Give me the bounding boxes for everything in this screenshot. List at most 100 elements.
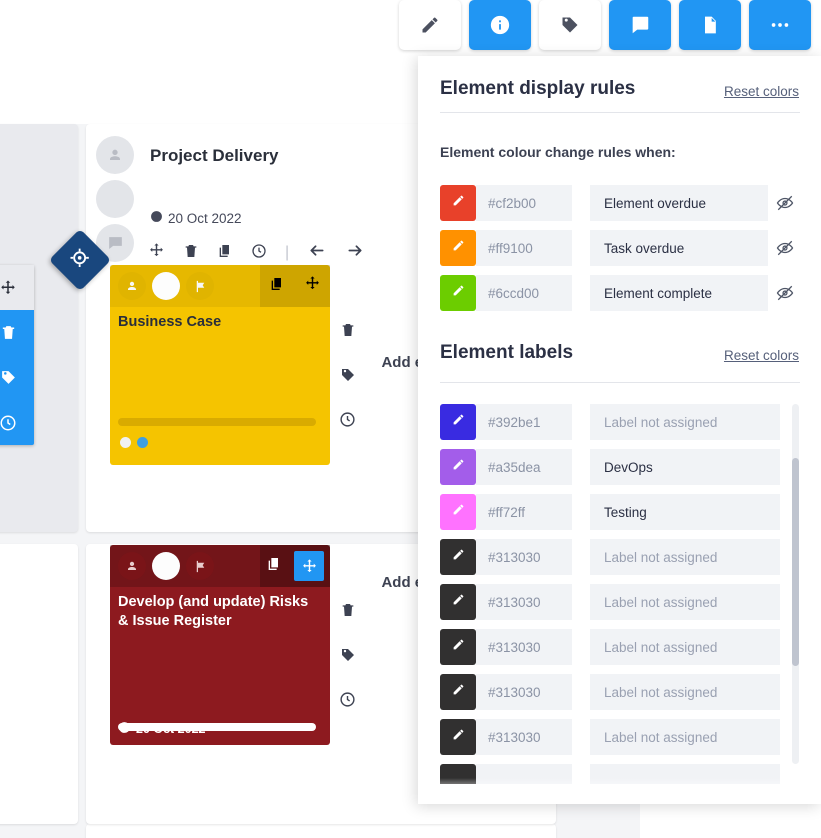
- eye-off-icon[interactable]: [770, 194, 800, 212]
- display-rule-row[interactable]: #6ccd00 Element complete: [440, 275, 800, 311]
- lane-due-date: 20 Oct 2022: [150, 210, 242, 226]
- color-swatch-button[interactable]: [440, 584, 476, 620]
- tag-icon[interactable]: [330, 352, 365, 397]
- element-card-risks-register[interactable]: Develop (and update) Risks & Issue Regis…: [110, 545, 355, 745]
- rule-label[interactable]: Element overdue: [590, 185, 768, 221]
- status-dot: [120, 437, 131, 448]
- element-card-business-case[interactable]: Business Case: [110, 265, 355, 465]
- color-swatch-button[interactable]: [440, 275, 476, 311]
- reset-colors-link-element-labels[interactable]: Reset colors: [724, 348, 799, 363]
- move-icon[interactable]: [294, 551, 324, 581]
- color-swatch-button[interactable]: [440, 404, 476, 440]
- display-rule-row[interactable]: #cf2b00 Element overdue: [440, 185, 800, 221]
- label-name-input[interactable]: Label not assigned: [590, 719, 780, 755]
- copy-icon[interactable]: [266, 556, 282, 577]
- info-button[interactable]: [469, 0, 531, 50]
- color-swatch-button[interactable]: [440, 539, 476, 575]
- labels-button[interactable]: [539, 0, 601, 50]
- pencil-icon: [452, 548, 465, 566]
- element-label-row[interactable]: #313030 Label not assigned: [440, 584, 780, 620]
- pencil-icon: [452, 413, 465, 431]
- hex-value[interactable]: #313030: [476, 674, 572, 710]
- element-label-row[interactable]: #392be1 Label not assigned: [440, 404, 780, 440]
- label-name-input[interactable]: Label not assigned: [590, 539, 780, 575]
- display-rule-row[interactable]: #ff9100 Task overdue: [440, 230, 800, 266]
- label-name-input[interactable]: Label not assigned: [590, 404, 780, 440]
- hex-value[interactable]: #cf2b00: [476, 185, 572, 221]
- hex-value[interactable]: #ff9100: [476, 230, 572, 266]
- label-name-input[interactable]: Testing: [590, 494, 780, 530]
- card-title: Business Case: [118, 314, 222, 330]
- element-label-row[interactable]: #313030 Label not assigned: [440, 674, 780, 710]
- color-swatch-button[interactable]: [440, 449, 476, 485]
- delete-icon[interactable]: [0, 310, 34, 355]
- avatar-owner[interactable]: [96, 136, 134, 174]
- eye-off-icon[interactable]: [770, 239, 800, 257]
- color-swatch-button[interactable]: [440, 230, 476, 266]
- hex-value[interactable]: #392be1: [476, 404, 572, 440]
- rule-label[interactable]: Element complete: [590, 275, 768, 311]
- element-label-row[interactable]: #313030 Label not assigned: [440, 629, 780, 665]
- copy-icon[interactable]: [269, 276, 285, 297]
- element-label-row[interactable]: #ff72ff Testing: [440, 494, 780, 530]
- edit-button[interactable]: [399, 0, 461, 50]
- clock-icon[interactable]: [0, 400, 34, 445]
- flag-icon[interactable]: [186, 272, 214, 300]
- color-swatch-button[interactable]: [440, 629, 476, 665]
- eye-off-icon[interactable]: [770, 284, 800, 302]
- move-icon[interactable]: [304, 275, 321, 297]
- element-label-row[interactable]: #313030 Label not assigned: [440, 719, 780, 755]
- board-lane-left-collapsed-2[interactable]: [0, 544, 78, 824]
- clock-icon[interactable]: [251, 243, 267, 264]
- move-icon[interactable]: [148, 242, 165, 264]
- labels-scrollbar-thumb[interactable]: [792, 458, 799, 666]
- avatar-owner[interactable]: [118, 552, 146, 580]
- color-swatch-button[interactable]: [440, 494, 476, 530]
- avatar-owner[interactable]: [118, 272, 146, 300]
- color-swatch-button[interactable]: [440, 674, 476, 710]
- pencil-icon: [452, 458, 465, 476]
- tag-icon[interactable]: [330, 632, 365, 677]
- hex-value[interactable]: #ff72ff: [476, 494, 572, 530]
- clock-icon[interactable]: [330, 397, 365, 442]
- panel-title-display-rules: Element display rules: [440, 78, 636, 99]
- lane-title: Project Delivery: [150, 146, 279, 165]
- avatar-empty[interactable]: [152, 272, 180, 300]
- divider: [440, 382, 800, 383]
- arrow-left-icon[interactable]: [307, 242, 327, 264]
- comments-button[interactable]: [609, 0, 671, 50]
- element-label-row[interactable]: #313030 Label not assigned: [440, 539, 780, 575]
- label-name-input[interactable]: Label not assigned: [590, 629, 780, 665]
- delete-icon[interactable]: [330, 587, 365, 632]
- hex-value[interactable]: #a35dea: [476, 449, 572, 485]
- pencil-icon: [452, 503, 465, 521]
- label-name-input[interactable]: DevOps: [590, 449, 780, 485]
- avatar-empty[interactable]: [96, 180, 134, 218]
- board-lane-third[interactable]: [86, 824, 556, 838]
- tag-icon[interactable]: [0, 355, 34, 400]
- element-label-row[interactable]: #a35dea DevOps: [440, 449, 780, 485]
- copy-icon[interactable]: [217, 243, 233, 264]
- color-swatch-button[interactable]: [440, 185, 476, 221]
- more-options-button[interactable]: [749, 0, 811, 50]
- element-display-rules-panel: Element display rules Reset colors Eleme…: [418, 56, 821, 804]
- delete-icon[interactable]: [330, 307, 365, 352]
- rule-label[interactable]: Task overdue: [590, 230, 768, 266]
- label-name-input[interactable]: Label not assigned: [590, 674, 780, 710]
- app-root: Project Delivery 20 Oct 2022 | Add Add B…: [0, 0, 821, 838]
- hex-value[interactable]: #313030: [476, 719, 572, 755]
- delete-icon[interactable]: [183, 243, 199, 264]
- move-icon[interactable]: [0, 265, 34, 310]
- hex-value[interactable]: #313030: [476, 629, 572, 665]
- clock-icon[interactable]: [330, 677, 365, 722]
- hex-value[interactable]: #6ccd00: [476, 275, 572, 311]
- pdf-export-button[interactable]: [679, 0, 741, 50]
- flag-icon[interactable]: [186, 552, 214, 580]
- hex-value[interactable]: #313030: [476, 539, 572, 575]
- hex-value[interactable]: #313030: [476, 584, 572, 620]
- avatar-empty[interactable]: [152, 552, 180, 580]
- arrow-right-icon[interactable]: [345, 242, 365, 264]
- label-name-input[interactable]: Label not assigned: [590, 584, 780, 620]
- color-swatch-button[interactable]: [440, 719, 476, 755]
- reset-colors-link-display-rules[interactable]: Reset colors: [724, 84, 799, 99]
